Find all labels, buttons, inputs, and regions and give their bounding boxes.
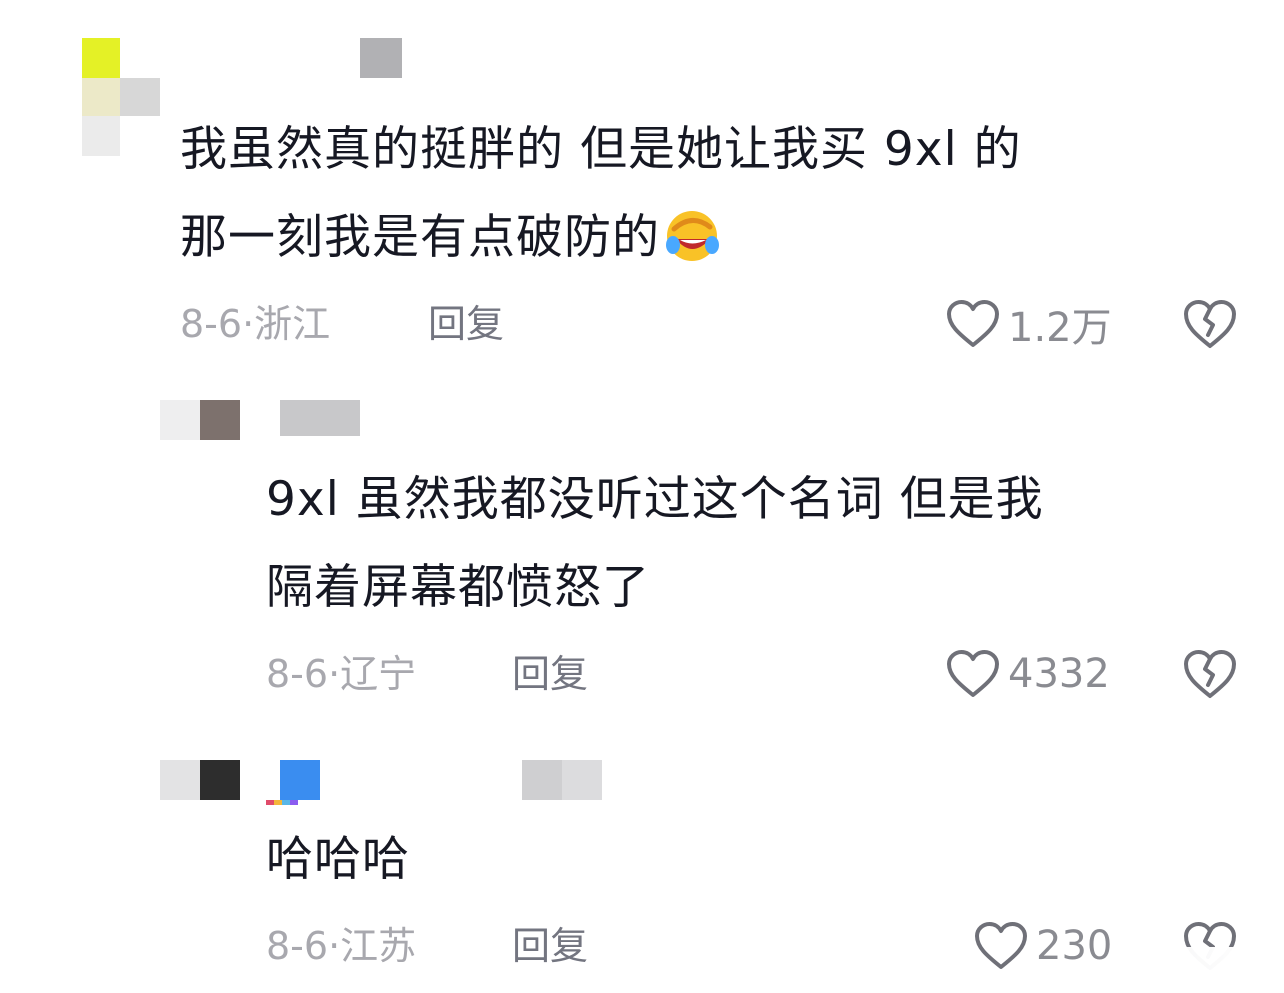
- like-button[interactable]: 1.2万: [946, 294, 1112, 354]
- avatar[interactable]: [78, 38, 160, 160]
- reply-button[interactable]: 回复: [512, 916, 588, 976]
- heart-outline-icon: [947, 650, 999, 697]
- user-badge: [266, 760, 322, 808]
- comment-location: 辽宁: [340, 652, 417, 696]
- heart-outline-icon: [947, 300, 999, 347]
- comment-location: 浙江: [254, 302, 331, 346]
- like-count: 4332: [1008, 651, 1110, 697]
- comment-text-line-1: 我虽然真的挺胖的 但是她让我买 9xl 的: [180, 122, 1022, 177]
- meta-separator: ·: [328, 924, 341, 968]
- username[interactable]: [360, 38, 402, 78]
- reply-button[interactable]: 回复: [428, 294, 504, 354]
- avatar[interactable]: [160, 760, 242, 802]
- meta-separator: ·: [328, 652, 341, 696]
- comment-3: 哈哈哈 8-6·江苏 回复 230: [0, 740, 1284, 993]
- comment-date: 8-6: [266, 652, 329, 696]
- comment-text-line-2: 隔着屏幕都愤怒了: [266, 560, 650, 615]
- like-count: 1.2万: [1008, 305, 1112, 351]
- broken-heart-icon[interactable]: [1182, 298, 1238, 350]
- username[interactable]: [280, 400, 360, 440]
- comment-location: 江苏: [340, 924, 417, 968]
- comment-text-line-1: 哈哈哈: [266, 832, 410, 887]
- comment-date: 8-6: [180, 302, 243, 346]
- laughing-crying-emoji-icon: [666, 211, 719, 261]
- reply-button[interactable]: 回复: [512, 644, 588, 704]
- avatar[interactable]: [160, 400, 242, 442]
- comment-meta: 8-6·江苏: [266, 916, 416, 976]
- comment-meta: 8-6·辽宁: [266, 644, 416, 704]
- comment-2: 9xl 虽然我都没听过这个名词 但是我 隔着屏幕都愤怒了 8-6·辽宁 回复 4…: [0, 370, 1284, 740]
- comment-1: 我虽然真的挺胖的 但是她让我买 9xl 的 那一刻我是有点破防的 8-6·浙江 …: [0, 0, 1284, 370]
- broken-heart-icon[interactable]: [1182, 648, 1238, 700]
- comment-text-line-1: 9xl 虽然我都没听过这个名词 但是我: [266, 472, 1044, 527]
- like-button[interactable]: 230: [974, 916, 1112, 976]
- comment-text-line-2-text: 那一刻我是有点破防的: [180, 210, 660, 265]
- heart-outline-icon: [975, 922, 1027, 969]
- comment-date: 8-6: [266, 924, 329, 968]
- like-count: 230: [1036, 923, 1113, 969]
- meta-separator: ·: [242, 302, 255, 346]
- watermark-overlay: [1120, 947, 1270, 987]
- comment-text-line-2: 那一刻我是有点破防的: [180, 194, 720, 282]
- comment-meta: 8-6·浙江: [180, 294, 330, 354]
- like-button[interactable]: 4332: [946, 644, 1110, 704]
- username[interactable]: [522, 760, 604, 800]
